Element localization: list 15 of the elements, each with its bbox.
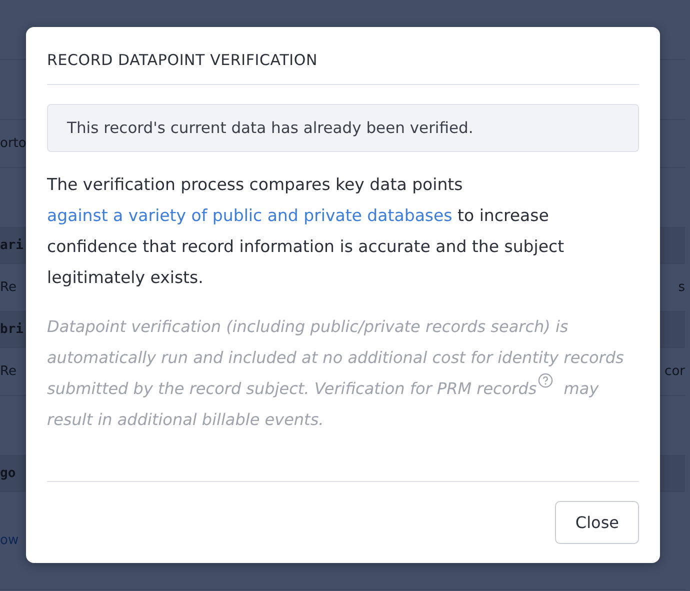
background-text: s (678, 280, 685, 295)
background-text: Re (0, 364, 16, 379)
background-text: orto (0, 136, 26, 151)
background-text: go (0, 466, 16, 481)
background-text: ari (0, 238, 24, 253)
databases-link[interactable]: against a variety of public and private databases (47, 206, 452, 225)
close-button[interactable]: Close (555, 501, 639, 544)
help-icon[interactable] (538, 373, 553, 388)
background-text: bri (0, 322, 24, 337)
note-text: Datapoint verification (including public/private records search) is automatically run and included at no additional cost for identity records submitted by the record subject. Verification for PRM records may result in additional billable events. (47, 316, 625, 431)
info-alert: This record's current data has already been verified. (47, 104, 639, 152)
dialog-title: RECORD DATAPOINT VERIFICATION (47, 27, 639, 85)
background-text: cor (664, 364, 685, 379)
description-text: The verification process compares key data points against a variety of public and private databases to increase confidence that record information is accurate and the subject legitimately exists. (47, 174, 566, 289)
background-text: Re (0, 280, 16, 295)
